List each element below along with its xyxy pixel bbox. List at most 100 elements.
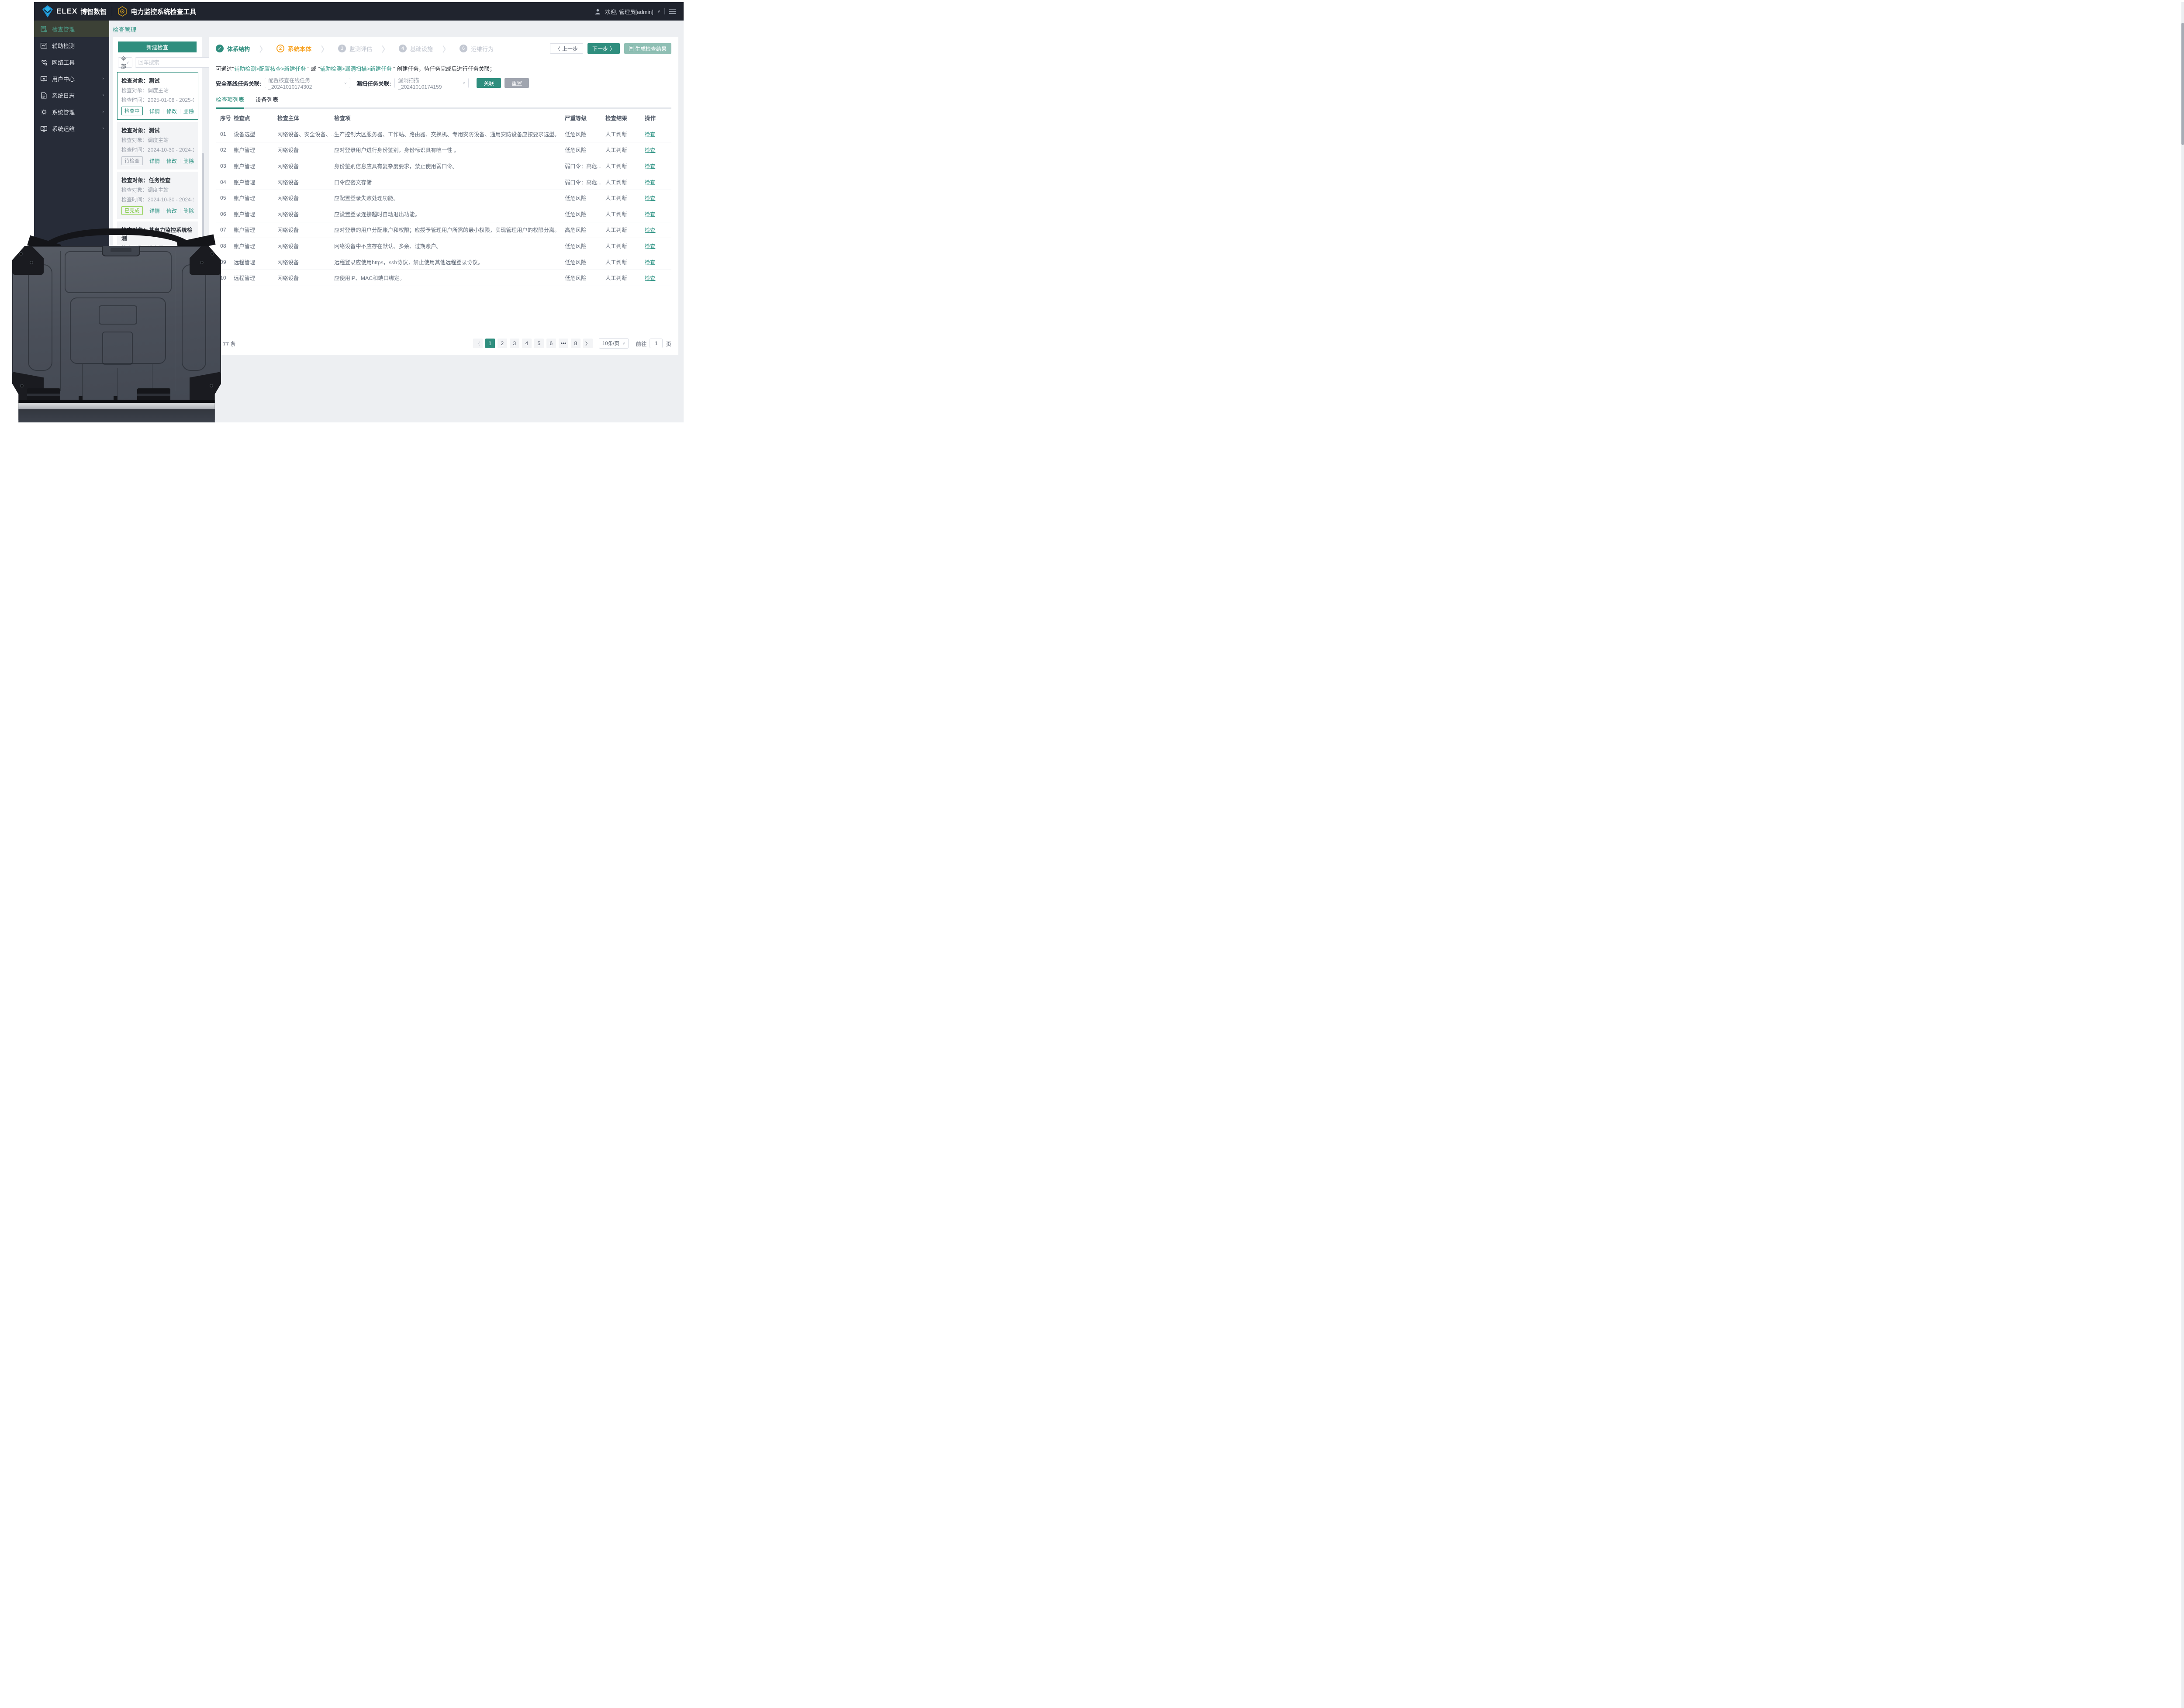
notice-link[interactable]: 辅助检测>漏洞扫描>新建任务 [320,66,392,72]
notice-link[interactable]: 辅助检测>配置核查>新建任务 [234,66,306,72]
sidebar-item-系统运维[interactable]: 系统运维› [34,120,109,137]
step-number: 6 [460,45,467,52]
next-page-button[interactable]: 〉 [583,339,593,348]
check-action-link[interactable]: 检查 [645,195,656,201]
page-button-5[interactable]: 5 [534,339,544,348]
check-action-link[interactable]: 检查 [645,259,656,266]
page-button-2[interactable]: 2 [498,339,507,348]
cell-check-subject: 网络设备 [277,178,334,186]
stepper: ✓体系结构〉2系统本体〉3监测评估〉4基础设施〉6运维行为 〈 上一步 下一步 … [216,37,671,58]
header-separator [664,8,665,14]
more-pages-button[interactable]: ••• [559,339,568,348]
user-icon [594,8,601,15]
step-体系结构[interactable]: ✓体系结构 [216,45,250,53]
step-基础设施[interactable]: 4基础设施 [399,45,433,53]
step-check-icon: ✓ [216,45,224,52]
cell-check-point: 账户管理 [234,242,277,250]
goto-page-input[interactable] [650,339,663,348]
tab-device-list[interactable]: 设备列表 [256,95,278,107]
card-action-删除[interactable]: 删除 [183,157,194,165]
sidebar-item-用户中心[interactable]: 用户中心› [34,70,109,87]
reset-button[interactable]: 重置 [505,78,529,88]
task-card[interactable]: 检查对象：测试检查对象：调度主站检查时间：2025-01-08 - 2025-0… [117,72,198,120]
cell-serial: 02 [220,147,234,153]
associate-button[interactable]: 关联 [477,78,501,88]
check-action-link[interactable]: 检查 [645,211,656,218]
baseline-task-select[interactable]: 配置核查在线任务_20241010174302 ∨ [265,78,350,88]
sidebar-item-网络工具[interactable]: 网络工具 [34,54,109,70]
filter-select[interactable]: 全部 ∨ [118,57,132,68]
tab-check-items[interactable]: 检查项列表 [216,95,244,107]
sidebar-item-检查管理[interactable]: 检查管理 [34,21,109,37]
prev-step-button[interactable]: 〈 上一步 [550,43,583,54]
check-action-link[interactable]: 检查 [645,180,656,186]
new-check-button[interactable]: 新建检查 [118,41,197,52]
vuln-task-select[interactable]: 漏洞扫描_20241010174159 ∨ [394,78,469,88]
task-card-title: 检查对象：任务检查 [121,176,194,184]
cell-action: 检查 [645,210,669,218]
task-card[interactable]: 检查对象：测试检查对象：调度主站检查时间：2024-10-30 - 2024-1… [117,122,198,169]
chevron-left-icon: 〈 [555,45,560,52]
sidebar-item-系统管理[interactable]: 系统管理› [34,104,109,120]
page-button-4[interactable]: 4 [522,339,532,348]
card-action-详情[interactable]: 详情 [149,207,160,214]
cell-result: 人工判断 [605,226,645,234]
check-action-link[interactable]: 检查 [645,243,656,249]
next-step-button[interactable]: 下一步 〉 [587,43,620,54]
cell-check-point: 远程管理 [234,274,277,282]
step-系统本体[interactable]: 2系统本体 [276,44,311,53]
status-badge: 检查中 [121,107,143,115]
step-监测评估[interactable]: 3监测评估 [338,45,372,53]
next-step-label: 下一步 [592,45,608,52]
task-card-object: 检查对象：调度主站 [121,136,194,144]
page-scrollbar-track[interactable] [2181,2,2184,1708]
generate-result-button[interactable]: 生成检查结果 [624,43,671,54]
chevron-down-icon[interactable]: ∨ [657,9,660,14]
check-action-link[interactable]: 检查 [645,147,656,153]
step-label: 体系结构 [227,45,250,53]
page-button-1[interactable]: 1 [485,339,495,348]
page-button-3[interactable]: 3 [510,339,519,348]
menu-icon[interactable] [669,9,676,14]
filter-select-value: 全部 [121,55,126,70]
chevron-down-icon: ∨ [344,81,347,86]
cell-check-subject: 网络设备 [277,274,334,282]
check-action-link[interactable]: 检查 [645,227,656,233]
task-card[interactable]: 检查对象：任务检查检查对象：调度主站检查时间：2024-10-30 - 2024… [117,172,198,219]
cell-action: 检查 [645,274,669,282]
page-button-6[interactable]: 6 [546,339,556,348]
cell-check-item: 远程登录应使用https，ssh协议，禁止使用其他远程登录协议。 [334,258,565,266]
search-input[interactable] [135,57,210,68]
page-button-8[interactable]: 8 [571,339,581,348]
step-运维行为[interactable]: 6运维行为 [460,45,494,53]
card-action-删除[interactable]: 删除 [183,107,194,115]
column-header-检查主体: 检查主体 [277,114,334,122]
card-action-删除[interactable]: 删除 [183,207,194,214]
sidebar-item-label: 检查管理 [52,25,75,33]
chevron-right-icon: › [102,109,104,114]
breadcrumb: 检查管理 [113,25,136,34]
file-lines-icon [40,92,48,99]
step-separator-icon: 〉 [382,43,389,54]
step-label: 基础设施 [410,45,433,53]
cell-serial: 03 [220,163,234,169]
cell-check-subject: 网络设备 [277,146,334,154]
prev-page-button[interactable]: 〈 [473,339,483,348]
card-action-详情[interactable]: 详情 [149,107,160,115]
card-action-修改[interactable]: 修改 [166,157,177,165]
page-size-select[interactable]: 10条/页∨ [599,338,629,349]
check-action-link[interactable]: 检查 [645,275,656,281]
sidebar-item-系统日志[interactable]: 系统日志› [34,87,109,104]
page-scrollbar-thumb[interactable] [2181,23,2184,145]
check-action-link[interactable]: 检查 [645,163,656,169]
app-header: ELEX 博智数智 电力监控系统检查工具 欢迎, 管理员[admin] ∨ [34,2,684,21]
card-action-修改[interactable]: 修改 [166,207,177,214]
check-action-link[interactable]: 检查 [645,131,656,138]
card-action-修改[interactable]: 修改 [166,107,177,115]
welcome-text[interactable]: 欢迎, 管理员[admin] [605,7,653,16]
card-action-详情[interactable]: 详情 [149,157,160,165]
cell-check-item: 身份鉴别信息应具有复杂度要求，禁止使用弱口令。 [334,162,565,170]
sidebar-item-辅助检测[interactable]: 辅助检测 [34,37,109,54]
device-corner-bumper [190,246,221,275]
brand-logo: ELEX 博智数智 [42,5,107,17]
